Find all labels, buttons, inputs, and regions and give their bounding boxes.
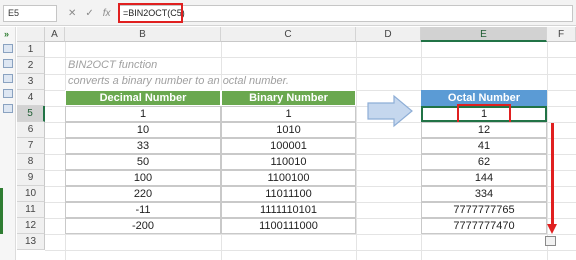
decimal-cell[interactable]: -200 — [65, 218, 221, 234]
fx-icon[interactable]: fx — [103, 8, 111, 19]
pane-icon[interactable] — [3, 89, 13, 98]
row-header-3[interactable]: 3 — [17, 74, 45, 90]
row-header-2[interactable]: 2 — [17, 57, 45, 74]
row-header-9[interactable]: 9 — [17, 170, 45, 186]
row-header-11[interactable]: 11 — [17, 202, 45, 218]
column-header-f[interactable]: F — [547, 27, 576, 42]
gridline — [45, 57, 576, 58]
column-header-b[interactable]: B — [65, 27, 221, 42]
column-header-e[interactable]: E — [421, 27, 547, 42]
octal-cell[interactable]: 334 — [421, 186, 547, 202]
column-header-d[interactable]: D — [356, 27, 421, 42]
function-description-text: converts a binary number to an octal num… — [68, 75, 289, 87]
octal-cell[interactable]: 144 — [421, 170, 547, 186]
function-name-text: BIN2OCT function — [68, 59, 158, 71]
octal-cell[interactable]: 12 — [421, 122, 547, 138]
octal-cell[interactable]: 7777777470 — [421, 218, 547, 234]
formula-bar: E5 ✕ ✓ fx =BIN2OCT(C5) — [0, 0, 576, 26]
row-header-13[interactable]: 13 — [17, 234, 45, 250]
binary-cell[interactable]: 1 — [221, 106, 356, 122]
formula-input[interactable]: =BIN2OCT(C5) — [118, 5, 573, 22]
result-highlight-box — [457, 104, 511, 124]
octal-cell[interactable]: 7777777765 — [421, 202, 547, 218]
decimal-cell[interactable]: 1 — [65, 106, 221, 122]
binary-cell[interactable]: 11011100 — [221, 186, 356, 202]
row-header-5[interactable]: 5 — [17, 106, 45, 122]
select-all-corner[interactable] — [17, 27, 45, 42]
row-header-7[interactable]: 7 — [17, 138, 45, 154]
pane-accent-bar — [0, 188, 3, 234]
pane-icon[interactable] — [3, 104, 13, 113]
binary-cell[interactable]: 100001 — [221, 138, 356, 154]
binary-cell[interactable]: 1100100 — [221, 170, 356, 186]
pane-icon[interactable] — [3, 44, 13, 53]
gridline — [45, 234, 576, 235]
binary-cell[interactable]: 110010 — [221, 154, 356, 170]
pane-icon[interactable] — [3, 59, 13, 68]
binary-number-header: Binary Number — [221, 90, 356, 106]
decimal-cell[interactable]: 50 — [65, 154, 221, 170]
formula-bar-icons: ✕ ✓ fx — [64, 5, 114, 22]
decimal-cell[interactable]: 10 — [65, 122, 221, 138]
octal-cell[interactable]: 62 — [421, 154, 547, 170]
binary-cell[interactable]: 1010 — [221, 122, 356, 138]
gridline — [356, 42, 357, 260]
enter-icon[interactable]: ✓ — [85, 8, 93, 19]
formula-highlight-box — [118, 3, 183, 23]
binary-cell[interactable]: 1100111000 — [221, 218, 356, 234]
decimal-number-header: Decimal Number — [65, 90, 221, 106]
column-header-a[interactable]: A — [45, 27, 65, 42]
decimal-cell[interactable]: -11 — [65, 202, 221, 218]
row-header-6[interactable]: 6 — [17, 122, 45, 138]
row-header-1[interactable]: 1 — [17, 42, 45, 57]
decimal-cell[interactable]: 100 — [65, 170, 221, 186]
gridline — [45, 250, 576, 251]
autofill-options-icon[interactable] — [545, 236, 556, 246]
name-box[interactable]: E5 — [3, 5, 57, 22]
row-header-8[interactable]: 8 — [17, 154, 45, 170]
row-header-10[interactable]: 10 — [17, 186, 45, 202]
octal-cell[interactable]: 41 — [421, 138, 547, 154]
column-header-c[interactable]: C — [221, 27, 356, 42]
arrow-right-icon — [367, 94, 413, 128]
row-header-12[interactable]: 12 — [17, 218, 45, 234]
pane-icon[interactable] — [3, 74, 13, 83]
fill-down-annotation-line — [551, 123, 554, 228]
decimal-cell[interactable]: 33 — [65, 138, 221, 154]
expand-pane-icon[interactable]: » — [4, 29, 9, 39]
fill-down-annotation-arrowhead — [547, 224, 557, 234]
cancel-icon[interactable]: ✕ — [68, 8, 76, 19]
binary-cell[interactable]: 1111110101 — [221, 202, 356, 218]
decimal-cell[interactable]: 220 — [65, 186, 221, 202]
row-header-4[interactable]: 4 — [17, 90, 45, 106]
